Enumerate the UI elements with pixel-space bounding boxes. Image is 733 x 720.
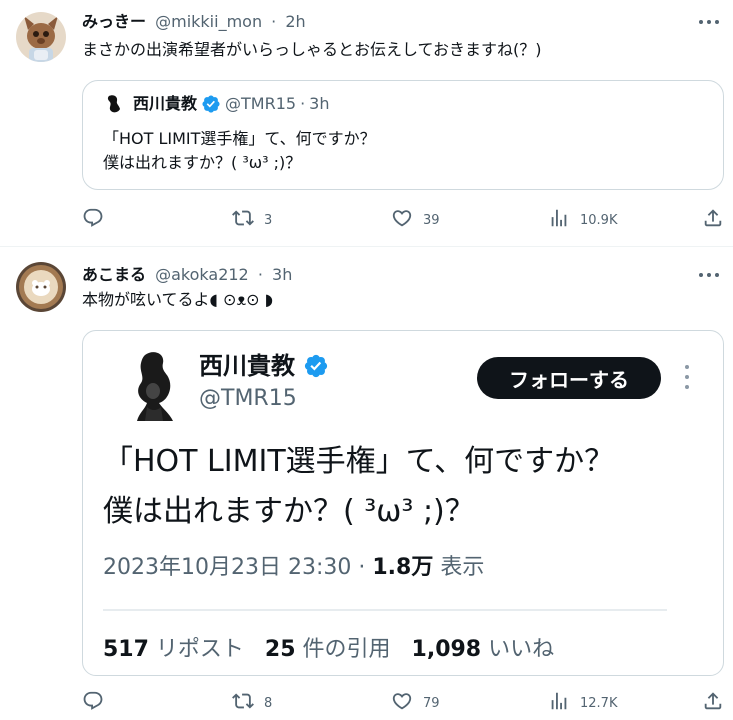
- retweet-icon: [232, 207, 254, 233]
- views-icon: [548, 207, 570, 233]
- views-count: 12.7K: [580, 695, 618, 711]
- tweet-1[interactable]: みっきー @mikkii_mon · 2h まさかの出演希望者がいらっしゃるとお…: [0, 0, 733, 246]
- more-options-icon[interactable]: [683, 365, 691, 391]
- embedded-datetime[interactable]: 2023年10月23日 23:30: [103, 555, 351, 580]
- embedded-text-line-2: 僕は出れますか？( ³ω³ ;)？: [103, 494, 475, 529]
- author-handle[interactable]: @akoka212: [155, 265, 249, 284]
- meta-separator: ·: [351, 555, 373, 580]
- retweet-button[interactable]: 3: [232, 207, 272, 233]
- like-count: 79: [423, 695, 440, 711]
- likes-label: いいね: [481, 637, 555, 662]
- retweet-icon: [232, 690, 254, 716]
- avatar-image: [16, 262, 66, 312]
- more-icon[interactable]: [699, 265, 719, 285]
- author-name[interactable]: あこまる: [82, 265, 146, 284]
- embedded-views-label: 表示: [433, 555, 485, 580]
- separator-dot: ·: [300, 94, 306, 113]
- retweet-button[interactable]: 8: [232, 690, 272, 716]
- embedded-meta: 2023年10月23日 23:30 · 1.8万 表示: [103, 553, 484, 583]
- quotes-value: 25: [264, 637, 296, 662]
- quoted-author-handle: @TMR15: [225, 94, 297, 113]
- separator-dot: ·: [271, 12, 277, 31]
- verified-badge-icon: [201, 94, 221, 114]
- quoted-text-line-1: 「HOT LIMIT選手権」て、何ですか？: [103, 129, 376, 148]
- like-button[interactable]: 39: [391, 207, 440, 233]
- likes-value: 1,098: [411, 637, 482, 662]
- quoted-text-line-2: 僕は出れますか？( ³ω³ ;)？: [103, 153, 302, 172]
- avatar-image: [16, 12, 66, 62]
- embedded-tweet-card[interactable]: 西川貴教 @TMR15 フォローする 「HOT LIMIT選手権」て、何ですか？…: [82, 330, 724, 676]
- follow-button[interactable]: フォローする: [477, 357, 661, 399]
- embedded-author[interactable]: 西川貴教: [199, 351, 333, 381]
- embedded-author-name: 西川貴教: [199, 352, 295, 380]
- views-icon: [548, 690, 570, 716]
- avatar-mikkii[interactable]: [16, 12, 66, 62]
- reposts-label: リポスト: [148, 637, 244, 662]
- tweet-text: 本物が呟いてるよ◖ ⊙ᴥ⊙ ◗: [82, 290, 274, 309]
- share-icon: [702, 690, 724, 716]
- views-button[interactable]: 12.7K: [548, 690, 617, 716]
- tweet-header: あこまる @akoka212 · 3h: [82, 265, 292, 285]
- embedded-avatar[interactable]: [123, 349, 187, 421]
- retweet-count: 3: [264, 212, 273, 228]
- more-icon[interactable]: [699, 12, 719, 32]
- quoted-text: 「HOT LIMIT選手権」て、何ですか？ 僕は出れますか？( ³ω³ ;)？: [103, 127, 376, 175]
- views-button[interactable]: 10.9K: [548, 207, 617, 233]
- share-button[interactable]: [702, 690, 724, 716]
- like-icon: [391, 690, 413, 716]
- reposts-value: 517: [103, 637, 149, 662]
- share-icon: [702, 207, 724, 233]
- tweet-actions: 8 79 12.7K: [82, 690, 722, 714]
- quoted-timestamp: 3h: [309, 94, 330, 113]
- reposts-stat[interactable]: 517 リポスト: [103, 637, 244, 662]
- embedded-divider: [103, 609, 667, 611]
- like-count: 39: [423, 212, 440, 228]
- embedded-author-handle[interactable]: @TMR15: [199, 385, 297, 413]
- embedded-text-line-1: 「HOT LIMIT選手権」て、何ですか？: [103, 444, 615, 479]
- verified-badge-icon: [303, 353, 329, 379]
- timestamp[interactable]: 2h: [285, 12, 305, 31]
- reply-button[interactable]: [82, 690, 114, 716]
- author-name[interactable]: みっきー: [82, 12, 146, 31]
- quotes-label: 件の引用: [295, 637, 391, 662]
- retweet-count: 8: [264, 695, 273, 711]
- quoted-author-name: 西川貴教: [133, 94, 198, 113]
- quoted-avatar: [103, 93, 125, 115]
- embedded-tweet-text: 「HOT LIMIT選手権」て、何ですか？ 僕は出れますか？( ³ω³ ;)？: [103, 437, 614, 537]
- share-button[interactable]: [702, 207, 724, 233]
- avatar-akoka[interactable]: [16, 262, 66, 312]
- reply-icon: [82, 207, 104, 233]
- reply-icon: [82, 690, 104, 716]
- author-handle[interactable]: @mikkii_mon: [155, 12, 262, 31]
- like-icon: [391, 207, 413, 233]
- tweet-header: みっきー @mikkii_mon · 2h: [82, 12, 306, 32]
- tweet-actions: 3 39 10.9K: [82, 207, 722, 231]
- separator-dot: ·: [257, 265, 263, 284]
- reply-button[interactable]: [82, 207, 114, 233]
- embedded-stats: 517 リポスト 25 件の引用 1,098 いいね: [103, 635, 554, 665]
- quoted-tweet-card[interactable]: 西川貴教 @TMR15 · 3h 「HOT LIMIT選手権」て、何ですか？ 僕…: [82, 80, 724, 190]
- tweet-text: まさかの出演希望者がいらっしゃるとお伝えしておきますね(？): [82, 40, 542, 59]
- views-count: 10.9K: [580, 212, 618, 228]
- quotes-stat[interactable]: 25 件の引用: [265, 637, 391, 662]
- likes-stat[interactable]: 1,098 いいね: [412, 637, 555, 662]
- embedded-views-value: 1.8万: [372, 555, 434, 580]
- quoted-header: 西川貴教 @TMR15 · 3h: [103, 93, 330, 115]
- timestamp[interactable]: 3h: [272, 265, 292, 284]
- like-button[interactable]: 79: [391, 690, 440, 716]
